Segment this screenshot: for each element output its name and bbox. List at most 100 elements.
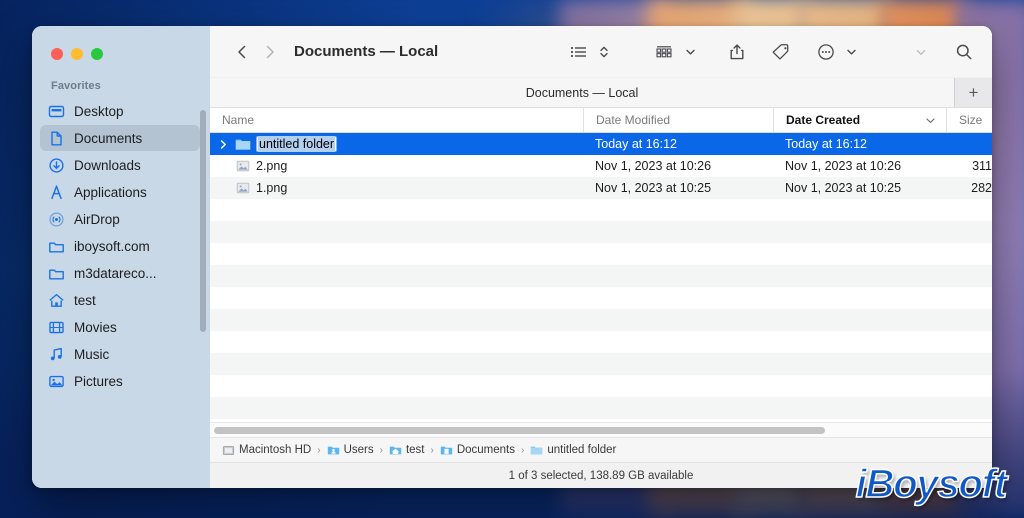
- path-item-users[interactable]: Users: [327, 444, 374, 457]
- sidebar-item-test[interactable]: test: [40, 287, 200, 313]
- folder-icon: [48, 238, 65, 255]
- cell-date-created: Nov 1, 2023 at 10:26: [785, 159, 902, 173]
- empty-row: [210, 397, 992, 419]
- collapse-toolbar-button[interactable]: [910, 38, 932, 66]
- cell-size: 311: [972, 159, 992, 173]
- rename-input[interactable]: untitled folder: [256, 136, 338, 152]
- applications-icon: [48, 184, 65, 201]
- folder-icon: [530, 444, 543, 457]
- column-header-date-created[interactable]: Date Created: [773, 108, 946, 132]
- tag-button[interactable]: [767, 38, 796, 66]
- group-by-control: [649, 38, 701, 66]
- minimize-button[interactable]: [71, 48, 83, 60]
- sidebar-item-desktop[interactable]: Desktop: [40, 98, 200, 124]
- horizontal-scrollbar[interactable]: [210, 422, 992, 437]
- empty-row: [210, 309, 992, 331]
- path-separator-icon: ›: [521, 444, 525, 456]
- horizontal-scrollbar-thumb[interactable]: [214, 426, 826, 434]
- close-button[interactable]: [51, 48, 63, 60]
- more-actions-dropdown-button[interactable]: [841, 38, 862, 66]
- share-button[interactable]: [723, 38, 751, 66]
- back-button[interactable]: [228, 38, 256, 66]
- path-item-test[interactable]: test: [389, 444, 425, 457]
- cell-size: 282: [971, 181, 992, 195]
- sidebar-item-label: Applications: [74, 184, 147, 200]
- path-separator-icon: ›: [379, 444, 383, 456]
- forward-button[interactable]: [256, 38, 284, 66]
- pictures-icon: [48, 373, 65, 390]
- list-view-button[interactable]: [565, 38, 593, 66]
- search-button[interactable]: [950, 38, 978, 66]
- sidebar-item-iboysoft-com[interactable]: iboysoft.com: [40, 233, 200, 259]
- sidebar-item-music[interactable]: Music: [40, 341, 200, 367]
- column-header-date-modified[interactable]: Date Modified: [583, 108, 773, 132]
- folder-icon: [235, 136, 251, 152]
- empty-row: [210, 221, 992, 243]
- sidebar-item-applications[interactable]: Applications: [40, 179, 200, 205]
- column-header-size[interactable]: Size: [946, 108, 992, 132]
- cell-size: [946, 133, 992, 155]
- sidebar-item-label: m3datareco...: [74, 265, 157, 281]
- path-item-documents[interactable]: Documents: [440, 444, 515, 457]
- table-row[interactable]: 2.png Nov 1, 2023 at 10:26 Nov 1, 2023 a…: [210, 155, 992, 177]
- harddisk-icon: [222, 444, 235, 457]
- path-item-macintosh-hd[interactable]: Macintosh HD: [222, 444, 311, 457]
- sidebar-item-label: Downloads: [74, 157, 141, 173]
- collapse-chevron-icon: [916, 49, 926, 55]
- chevron-down-icon: [926, 117, 935, 123]
- sidebar-item-documents[interactable]: Documents: [40, 125, 200, 151]
- forward-chevron-icon: [266, 45, 274, 58]
- sort-chevron-icon: [600, 46, 608, 57]
- table-row[interactable]: 1.png Nov 1, 2023 at 10:25 Nov 1, 2023 a…: [210, 177, 992, 199]
- empty-row: [210, 375, 992, 397]
- sidebar-item-pictures[interactable]: Pictures: [40, 368, 200, 394]
- group-by-button[interactable]: [649, 38, 679, 66]
- sort-order-button[interactable]: [593, 38, 615, 66]
- sidebar-item-m3datarecovery[interactable]: m3datareco...: [40, 260, 200, 286]
- column-label: Date Modified: [596, 113, 671, 127]
- sidebar-item-movies[interactable]: Movies: [40, 314, 200, 340]
- path-item-untitled-folder[interactable]: untitled folder: [530, 444, 616, 457]
- sidebar-item-label: Pictures: [74, 373, 123, 389]
- column-label: Date Created: [786, 113, 861, 127]
- empty-row: [210, 331, 992, 353]
- sidebar-scrollbar[interactable]: [200, 110, 206, 332]
- cell-date-modified: Today at 16:12: [595, 137, 678, 151]
- more-actions-icon: [818, 43, 834, 60]
- view-controls: [565, 38, 615, 66]
- more-actions-button[interactable]: [812, 38, 840, 66]
- disclosure-triangle-icon[interactable]: [216, 139, 230, 150]
- cell-date-created: Nov 1, 2023 at 10:25: [785, 181, 902, 195]
- tab-label: Documents — Local: [525, 85, 639, 100]
- empty-rows-area: [210, 199, 992, 422]
- music-icon: [48, 346, 65, 363]
- path-label: Macintosh HD: [239, 444, 312, 456]
- file-name: 1.png: [256, 181, 288, 195]
- empty-row: [210, 419, 992, 422]
- sidebar-item-downloads[interactable]: Downloads: [40, 152, 200, 178]
- maximize-button[interactable]: [91, 48, 103, 60]
- documents-folder-icon: [440, 444, 453, 457]
- cell-name: 1.png: [210, 177, 583, 199]
- sidebar-item-airdrop[interactable]: AirDrop: [40, 206, 200, 232]
- column-header-name[interactable]: Name: [210, 108, 583, 132]
- group-by-dropdown-button[interactable]: [680, 38, 701, 66]
- path-label: test: [405, 444, 425, 456]
- png-file-icon: [235, 180, 251, 196]
- table-row[interactable]: untitled folder Today at 16:12 Today at …: [210, 133, 992, 155]
- chevron-down-icon: [686, 49, 695, 55]
- back-chevron-icon: [238, 45, 246, 58]
- home-folder-icon: [389, 444, 402, 457]
- sidebar-item-label: Movies: [74, 319, 117, 335]
- downloads-icon: [48, 157, 65, 174]
- cell-date-modified: Nov 1, 2023 at 10:26: [595, 159, 712, 173]
- path-label: Users: [343, 444, 374, 456]
- cell-name: untitled folder: [210, 133, 583, 155]
- sidebar-item-label: iboysoft.com: [74, 238, 150, 254]
- empty-row: [210, 287, 992, 309]
- empty-row: [210, 199, 992, 221]
- new-tab-button[interactable]: +: [954, 78, 992, 107]
- tab-documents-local[interactable]: Documents — Local: [210, 78, 954, 107]
- path-separator-icon: ›: [430, 444, 434, 456]
- tag-icon: [772, 43, 789, 60]
